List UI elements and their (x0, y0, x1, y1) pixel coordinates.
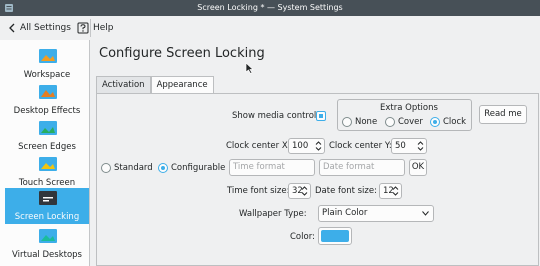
system-settings-icon (5, 4, 13, 12)
extra-option-none-radio[interactable] (342, 117, 352, 127)
virtual-desktops-icon (39, 229, 57, 243)
date-font-size-spinbox[interactable]: 12 (379, 183, 402, 199)
standard-label: Standard (114, 163, 153, 173)
sidebar-item-workspace[interactable]: Workspace (5, 46, 89, 82)
sidebar: Workspace Desktop Effects Screen Edges T… (0, 40, 90, 266)
tab-bar: Activation Appearance (96, 76, 214, 94)
clock-center-y-spinbox[interactable]: 50 (391, 138, 427, 154)
clock-center-y-value: 50 (395, 141, 406, 151)
extra-option-cover-radio[interactable] (385, 117, 395, 127)
wallpaper-type-select[interactable]: Plain Color (318, 205, 434, 222)
tab-activation[interactable]: Activation (96, 76, 151, 94)
sidebar-item-screen-edges[interactable]: Screen Edges (5, 118, 89, 154)
screen-locking-icon (39, 191, 57, 205)
desktop-effects-icon (39, 85, 57, 99)
time-font-size-label: Time font size: (227, 186, 290, 196)
touch-screen-icon (39, 157, 57, 171)
help-icon (77, 22, 89, 34)
ok-button[interactable]: OK (409, 159, 427, 176)
help-button[interactable]: Help (77, 20, 114, 36)
window-title: Screen Locking * — System Settings (197, 3, 343, 12)
spin-arrows-icon (301, 186, 308, 196)
read-me-button[interactable]: Read me (479, 105, 527, 124)
configurable-label: Configurable (171, 163, 226, 173)
wallpaper-type-label: Wallpaper Type: (239, 209, 307, 219)
screen-edges-icon (39, 121, 57, 135)
configurable-radio[interactable] (158, 163, 168, 173)
sidebar-item-label: Screen Locking (14, 212, 80, 222)
spin-arrows-icon (392, 186, 399, 196)
sidebar-item-screen-locking[interactable]: Screen Locking (5, 188, 89, 224)
extra-options-title: Extra Options (380, 103, 438, 113)
clock-center-x-value: 100 (292, 141, 309, 151)
clock-center-x-label: Clock center X: (226, 141, 291, 151)
sidebar-item-label: Desktop Effects (13, 106, 81, 116)
all-settings-label: All Settings (20, 23, 71, 33)
sidebar-item-label: Touch Screen (18, 178, 76, 188)
standard-radio[interactable] (101, 163, 111, 173)
clock-center-y-label: Clock center Y: (329, 141, 392, 151)
sidebar-item-touch-screen[interactable]: Touch Screen (5, 154, 89, 190)
extra-options-group: Extra Options None Cover Clock (337, 99, 472, 131)
main-content: Configure Screen Locking Activation Appe… (91, 40, 540, 266)
help-label: Help (93, 23, 114, 33)
time-format-input[interactable]: Time format (229, 159, 315, 176)
show-media-controls-label: Show media controls: (232, 111, 324, 121)
sidebar-item-label: Screen Edges (18, 142, 76, 152)
workspace-icon (39, 49, 57, 63)
appearance-panel: Show media controls: Extra Options None … (96, 93, 539, 266)
window-titlebar: Screen Locking * — System Settings (0, 0, 540, 16)
toolbar: All Settings Help (0, 16, 540, 40)
page-title: Configure Screen Locking (99, 46, 265, 61)
extra-option-clock-label: Clock (443, 117, 467, 127)
show-media-controls-checkbox[interactable] (316, 111, 326, 121)
color-label: Color: (290, 232, 315, 242)
spin-arrows-icon (417, 141, 424, 151)
extra-option-none-label: None (355, 117, 378, 127)
time-font-size-spinbox[interactable]: 32 (288, 183, 311, 199)
tab-appearance[interactable]: Appearance (150, 76, 214, 94)
color-picker-button[interactable] (318, 227, 352, 245)
extra-option-cover-label: Cover (398, 117, 423, 127)
chevron-down-icon (422, 211, 429, 216)
date-format-input[interactable]: Date format (319, 159, 405, 176)
sidebar-item-label: Workspace (23, 70, 71, 80)
color-swatch (321, 230, 349, 242)
sidebar-item-desktop-effects[interactable]: Desktop Effects (5, 82, 89, 118)
sidebar-item-label: Virtual Desktops (12, 250, 82, 260)
wallpaper-type-value: Plain Color (322, 208, 368, 218)
spin-arrows-icon (315, 141, 322, 151)
clock-center-x-spinbox[interactable]: 100 (288, 138, 325, 154)
sidebar-item-virtual-desktops[interactable]: Virtual Desktops (5, 226, 89, 262)
mouse-cursor-icon (245, 62, 254, 74)
chevron-left-icon (9, 23, 15, 33)
date-font-size-label: Date font size: (315, 186, 377, 196)
extra-option-clock-radio[interactable] (430, 117, 440, 127)
all-settings-button[interactable]: All Settings (8, 20, 71, 36)
